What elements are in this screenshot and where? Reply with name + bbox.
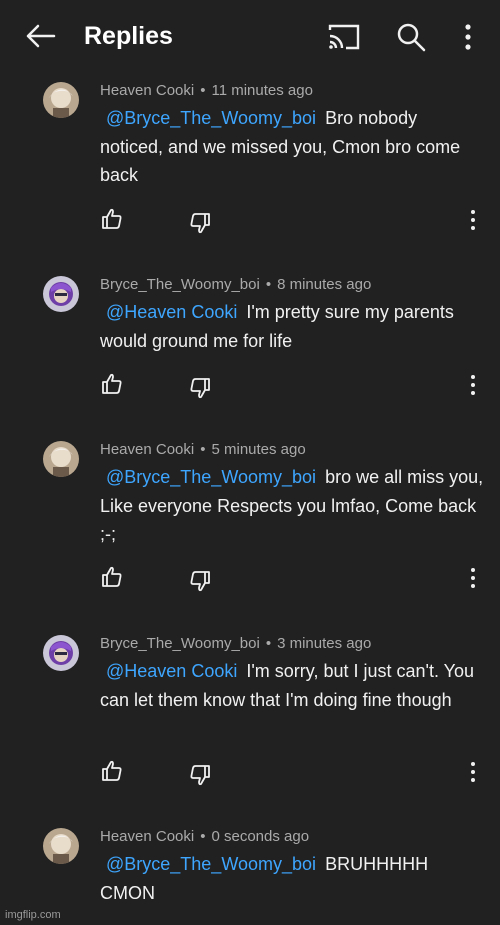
comment-meta: Bryce_The_Woomy_boi • 3 minutes ago bbox=[100, 635, 372, 652]
comment-more-icon[interactable] bbox=[466, 208, 480, 232]
comment-more-icon[interactable] bbox=[466, 566, 480, 590]
thumbs-up-icon[interactable] bbox=[100, 565, 124, 589]
comment-meta: Bryce_The_Woomy_boi • 8 minutes ago bbox=[100, 276, 372, 293]
comment-more-icon[interactable] bbox=[466, 760, 480, 784]
thumbs-down-icon[interactable] bbox=[188, 763, 212, 787]
timestamp: 3 minutes ago bbox=[277, 635, 372, 652]
avatar[interactable] bbox=[43, 635, 79, 671]
author-name[interactable]: Heaven Cooki bbox=[100, 828, 194, 845]
search-icon[interactable] bbox=[394, 20, 428, 54]
author-name[interactable]: Bryce_The_Woomy_boi bbox=[100, 635, 260, 652]
comment-meta: Heaven Cooki • 0 seconds ago bbox=[100, 828, 310, 845]
thumbs-down-icon[interactable] bbox=[188, 569, 212, 593]
avatar[interactable] bbox=[43, 82, 79, 118]
avatar[interactable] bbox=[43, 828, 79, 864]
comment-text: @Heaven Cooki I'm pretty sure my parents… bbox=[100, 298, 485, 355]
thumbs-up-icon[interactable] bbox=[100, 759, 124, 783]
top-app-bar: Replies bbox=[0, 0, 500, 72]
avatar-white-hair-icon bbox=[43, 828, 79, 864]
timestamp: 8 minutes ago bbox=[277, 276, 372, 293]
comment-more-icon[interactable] bbox=[466, 373, 480, 397]
comment-text: @Bryce_The_Woomy_boi bro we all miss you… bbox=[100, 463, 485, 549]
mention-link[interactable]: @Heaven Cooki bbox=[106, 302, 237, 322]
mention-link[interactable]: @Bryce_The_Woomy_boi bbox=[106, 108, 316, 128]
comment-text: @Bryce_The_Woomy_boi BRUHHHHH CMON bbox=[100, 850, 460, 907]
timestamp: 11 minutes ago bbox=[211, 82, 313, 99]
avatar-purple-hair-icon bbox=[43, 635, 79, 671]
thumbs-down-icon[interactable] bbox=[188, 376, 212, 400]
avatar[interactable] bbox=[43, 276, 79, 312]
thumbs-up-icon[interactable] bbox=[100, 372, 124, 396]
avatar-white-hair-icon bbox=[43, 82, 79, 118]
comment-meta: Heaven Cooki • 11 minutes ago bbox=[100, 82, 313, 99]
mention-link[interactable]: @Heaven Cooki bbox=[106, 661, 237, 681]
timestamp: 0 seconds ago bbox=[211, 828, 310, 845]
avatar-white-hair-icon bbox=[43, 441, 79, 477]
mention-link[interactable]: @Bryce_The_Woomy_boi bbox=[106, 467, 316, 487]
comment-text: @Heaven Cooki I'm sorry, but I just can'… bbox=[100, 657, 485, 714]
comment-meta: Heaven Cooki • 5 minutes ago bbox=[100, 441, 306, 458]
back-arrow-icon[interactable] bbox=[20, 18, 60, 54]
timestamp: 5 minutes ago bbox=[211, 441, 306, 458]
author-name[interactable]: Heaven Cooki bbox=[100, 82, 194, 99]
avatar-purple-hair-icon bbox=[43, 276, 79, 312]
mention-link[interactable]: @Bryce_The_Woomy_boi bbox=[106, 854, 316, 874]
watermark: imgflip.com bbox=[5, 909, 61, 921]
page-title: Replies bbox=[84, 22, 173, 50]
author-name[interactable]: Heaven Cooki bbox=[100, 441, 194, 458]
cast-icon[interactable] bbox=[326, 22, 362, 52]
thumbs-down-icon[interactable] bbox=[188, 211, 212, 235]
thumbs-up-icon[interactable] bbox=[100, 207, 124, 231]
author-name[interactable]: Bryce_The_Woomy_boi bbox=[100, 276, 260, 293]
avatar[interactable] bbox=[43, 441, 79, 477]
more-vert-icon[interactable] bbox=[456, 20, 480, 54]
comment-text: @Bryce_The_Woomy_boi Bro nobody noticed,… bbox=[100, 104, 485, 190]
